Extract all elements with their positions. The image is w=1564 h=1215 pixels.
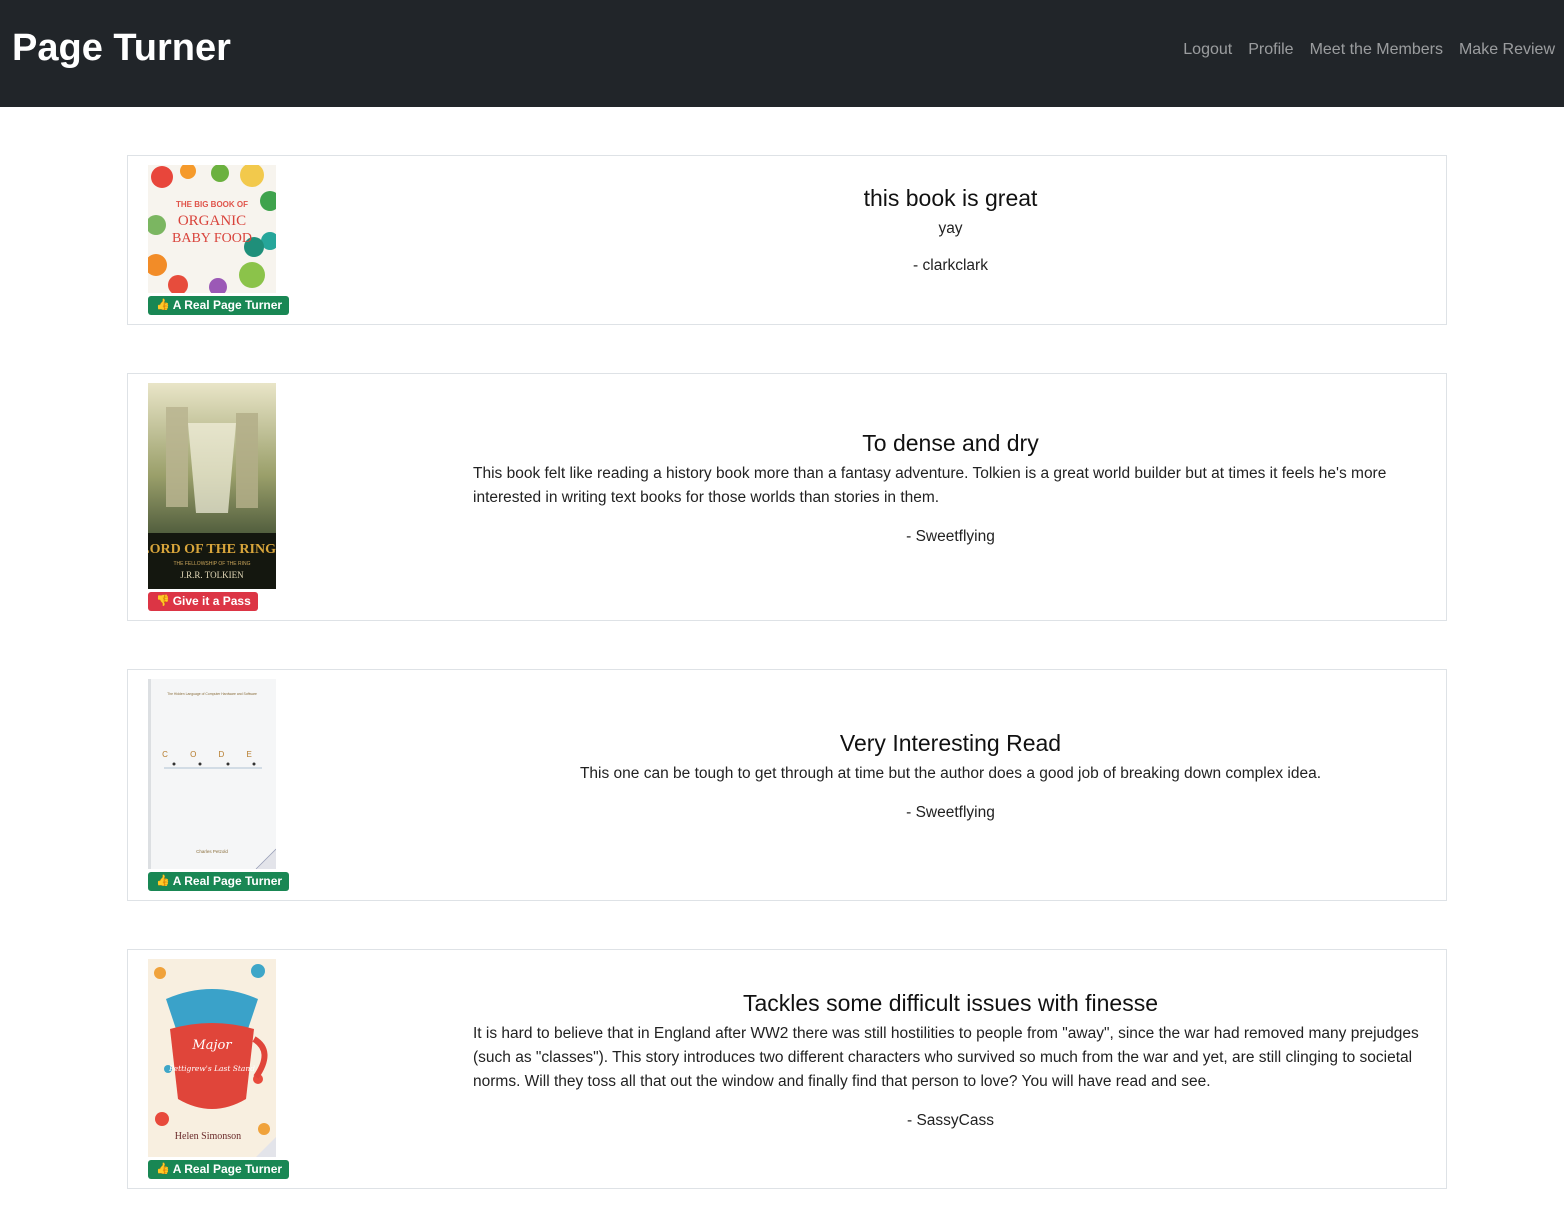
- lord-of-the-rings-cover: LORD OF THE RINGS THE FELLOWSHIP OF THE …: [148, 383, 276, 589]
- review-content: To dense and dry This book felt like rea…: [473, 428, 1428, 548]
- badge-label: A Real Page Turner: [172, 874, 283, 888]
- review-title: Tackles some difficult issues with fines…: [742, 990, 1159, 1016]
- review-content: Very Interesting Read This one can be to…: [473, 728, 1428, 824]
- review-card: LORD OF THE RINGS THE FELLOWSHIP OF THE …: [127, 373, 1447, 621]
- review-title: To dense and dry: [862, 430, 1039, 456]
- review-body: yay: [938, 220, 963, 237]
- review-title: Very Interesting Read: [839, 730, 1062, 756]
- review-body: This one can be tough to get through at …: [579, 765, 1322, 782]
- thumbs-down-icon: 👎: [156, 595, 170, 607]
- code-book-cover: The Hidden Language of Computer Hardware…: [148, 679, 276, 869]
- nav-members-link[interactable]: Meet the Members: [1310, 39, 1443, 61]
- review-card: The Hidden Language of Computer Hardware…: [127, 669, 1447, 901]
- navbar: Page Turner Logout Profile Meet the Memb…: [0, 0, 1564, 107]
- cover-line1: Major: [191, 1038, 232, 1053]
- cover-line3: Charles Petzold: [196, 849, 228, 854]
- nav-logout-link[interactable]: Logout: [1183, 39, 1232, 61]
- badge-label: A Real Page Turner: [172, 298, 283, 312]
- cover-line3: Helen Simonson: [175, 1131, 241, 1142]
- nav-links: Logout Profile Meet the Members Make Rev…: [1183, 39, 1555, 61]
- review-author: - Sweetflying: [906, 528, 995, 545]
- review-author: - SassyCass: [907, 1112, 994, 1129]
- cover-line3: J.R.R. TOLKIEN: [180, 570, 244, 580]
- review-author: - Sweetflying: [906, 804, 995, 821]
- nav-profile-link[interactable]: Profile: [1248, 39, 1293, 61]
- nav-make-review-link[interactable]: Make Review: [1459, 39, 1555, 61]
- badge-label: Give it a Pass: [172, 594, 251, 608]
- review-title: this book is great: [863, 185, 1038, 211]
- review-author: - clarkclark: [913, 257, 988, 274]
- major-pettigrew-cover: Major Pettigrew's Last Stand Helen Simon…: [148, 959, 276, 1157]
- cover-line2: Pettigrew's Last Stand: [168, 1064, 255, 1073]
- verdict-badge: 👍 A Real Page Turner: [148, 1160, 290, 1179]
- brand-title[interactable]: Page Turner: [12, 26, 231, 70]
- cover-line3: BABY FOOD: [172, 231, 252, 246]
- cover-line2: ORGANIC: [178, 213, 246, 229]
- organic-baby-food-cover: THE BIG BOOK OF ORGANIC BABY FOOD: [148, 165, 276, 293]
- cover-line1: LORD OF THE RINGS: [148, 542, 276, 557]
- badge-label: A Real Page Turner: [172, 1162, 283, 1176]
- review-body: It is hard to believe that in England af…: [473, 1025, 1419, 1090]
- verdict-badge: 👍 A Real Page Turner: [148, 296, 290, 315]
- thumbs-up-icon: 👍: [156, 299, 170, 311]
- cover-line1: The Hidden Language of Computer Hardware…: [167, 692, 257, 696]
- review-card: THE BIG BOOK OF ORGANIC BABY FOOD 👍 A Re…: [127, 155, 1447, 325]
- thumbs-up-icon: 👍: [156, 875, 170, 887]
- verdict-badge: 👍 A Real Page Turner: [148, 872, 290, 891]
- review-content: Tackles some difficult issues with fines…: [473, 988, 1428, 1132]
- thumbs-up-icon: 👍: [156, 1163, 170, 1175]
- cover-line1: THE BIG BOOK OF: [176, 200, 248, 209]
- cover-line2: C O D E: [162, 750, 262, 759]
- review-content: this book is great yay - clarkclark: [473, 183, 1428, 277]
- cover-line2: THE FELLOWSHIP OF THE RING: [173, 561, 250, 567]
- review-card: Major Pettigrew's Last Stand Helen Simon…: [127, 949, 1447, 1189]
- review-body: This book felt like reading a history bo…: [473, 465, 1387, 506]
- verdict-badge: 👎 Give it a Pass: [148, 592, 258, 611]
